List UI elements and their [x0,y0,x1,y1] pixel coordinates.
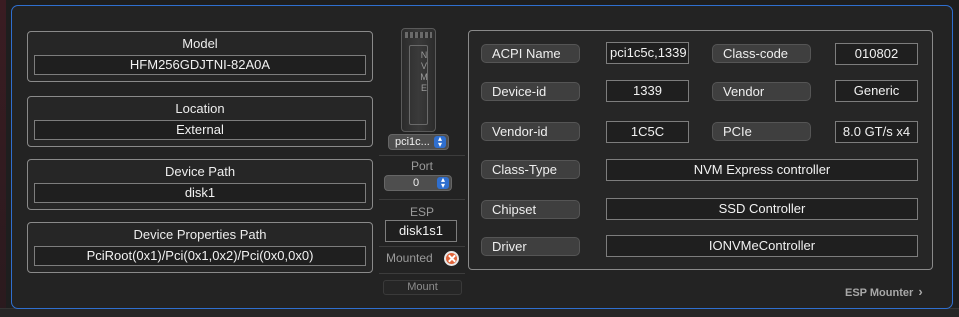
up-down-arrows-icon: ▴ ▾ [434,135,446,149]
device-path-group: Device Path disk1 [27,159,373,210]
vendor-field[interactable]: Generic [835,80,918,102]
port-select-popup[interactable]: 0 ▴ ▾ [384,175,452,191]
chipset-field[interactable]: SSD Controller [606,198,918,220]
nvme-chip-outline: NVME [409,45,429,125]
device-select-popup[interactable]: pci1c... ▴ ▾ [388,134,449,150]
device-id-label: Device-id [481,82,580,101]
pcie-label: PCIe [712,122,811,141]
desktop-background [0,0,6,317]
separator-mounted [379,246,465,247]
vendor-id-label: Vendor-id [481,122,580,141]
esp-mounter-link[interactable]: ESP Mounter › [845,284,923,299]
esp-mounter-label: ESP Mounter [845,287,914,299]
device-id-field[interactable]: 1339 [606,80,689,102]
device-properties-path-field[interactable]: PciRoot(0x1)/Pci(0x1,0x2)/Pci(0x0,0x0) [34,246,366,266]
device-select-value: pci1c... [395,136,430,148]
separator-port [379,155,465,156]
class-code-label: Class-code [712,44,811,63]
nvme-connector-pins [405,32,432,38]
acpi-name-field[interactable]: pci1c5c,1339 [606,42,689,64]
nvme-icon-label: NVME [419,50,429,94]
chevron-right-icon: › [918,284,923,299]
model-title: Model [182,36,218,51]
class-type-field[interactable]: NVM Express controller [606,159,918,181]
separator-esp [379,199,465,200]
esp-field[interactable]: disk1s1 [385,220,457,242]
device-properties-path-group: Device Properties Path PciRoot(0x1)/Pci(… [27,222,373,273]
chipset-label: Chipset [481,200,580,219]
esp-label: ESP [409,205,434,219]
driver-field[interactable]: IONVMeController [606,235,918,257]
class-type-label: Class-Type [481,160,580,179]
window-bottom-edge [0,308,959,317]
device-path-field[interactable]: disk1 [34,183,366,203]
unmounted-x-icon [444,251,459,266]
location-field[interactable]: External [34,120,366,140]
location-title: Location [175,101,225,116]
location-group: Location External [27,96,373,147]
mounted-label: Mounted [386,251,433,265]
mount-button[interactable]: Mount [383,280,462,295]
device-details-panel [468,30,933,270]
nvme-drive-icon: NVME [401,28,436,132]
device-path-title: Device Path [164,164,236,179]
port-select-value: 0 [413,177,420,189]
port-label: Port [410,159,433,173]
acpi-name-label: ACPI Name [481,44,580,63]
class-code-field[interactable]: 010802 [835,43,918,65]
vendor-label: Vendor [712,82,811,101]
device-properties-path-title: Device Properties Path [133,227,267,242]
up-down-arrows-icon: ▴ ▾ [437,176,449,190]
model-field[interactable]: HFM256GDJTNI-82A0A [34,55,366,75]
pcie-field[interactable]: 8.0 GT/s x4 [835,121,918,143]
separator-mount [379,273,465,274]
vendor-id-field[interactable]: 1C5C [606,121,689,143]
driver-label: Driver [481,237,580,256]
model-group: Model HFM256GDJTNI-82A0A [27,31,373,82]
